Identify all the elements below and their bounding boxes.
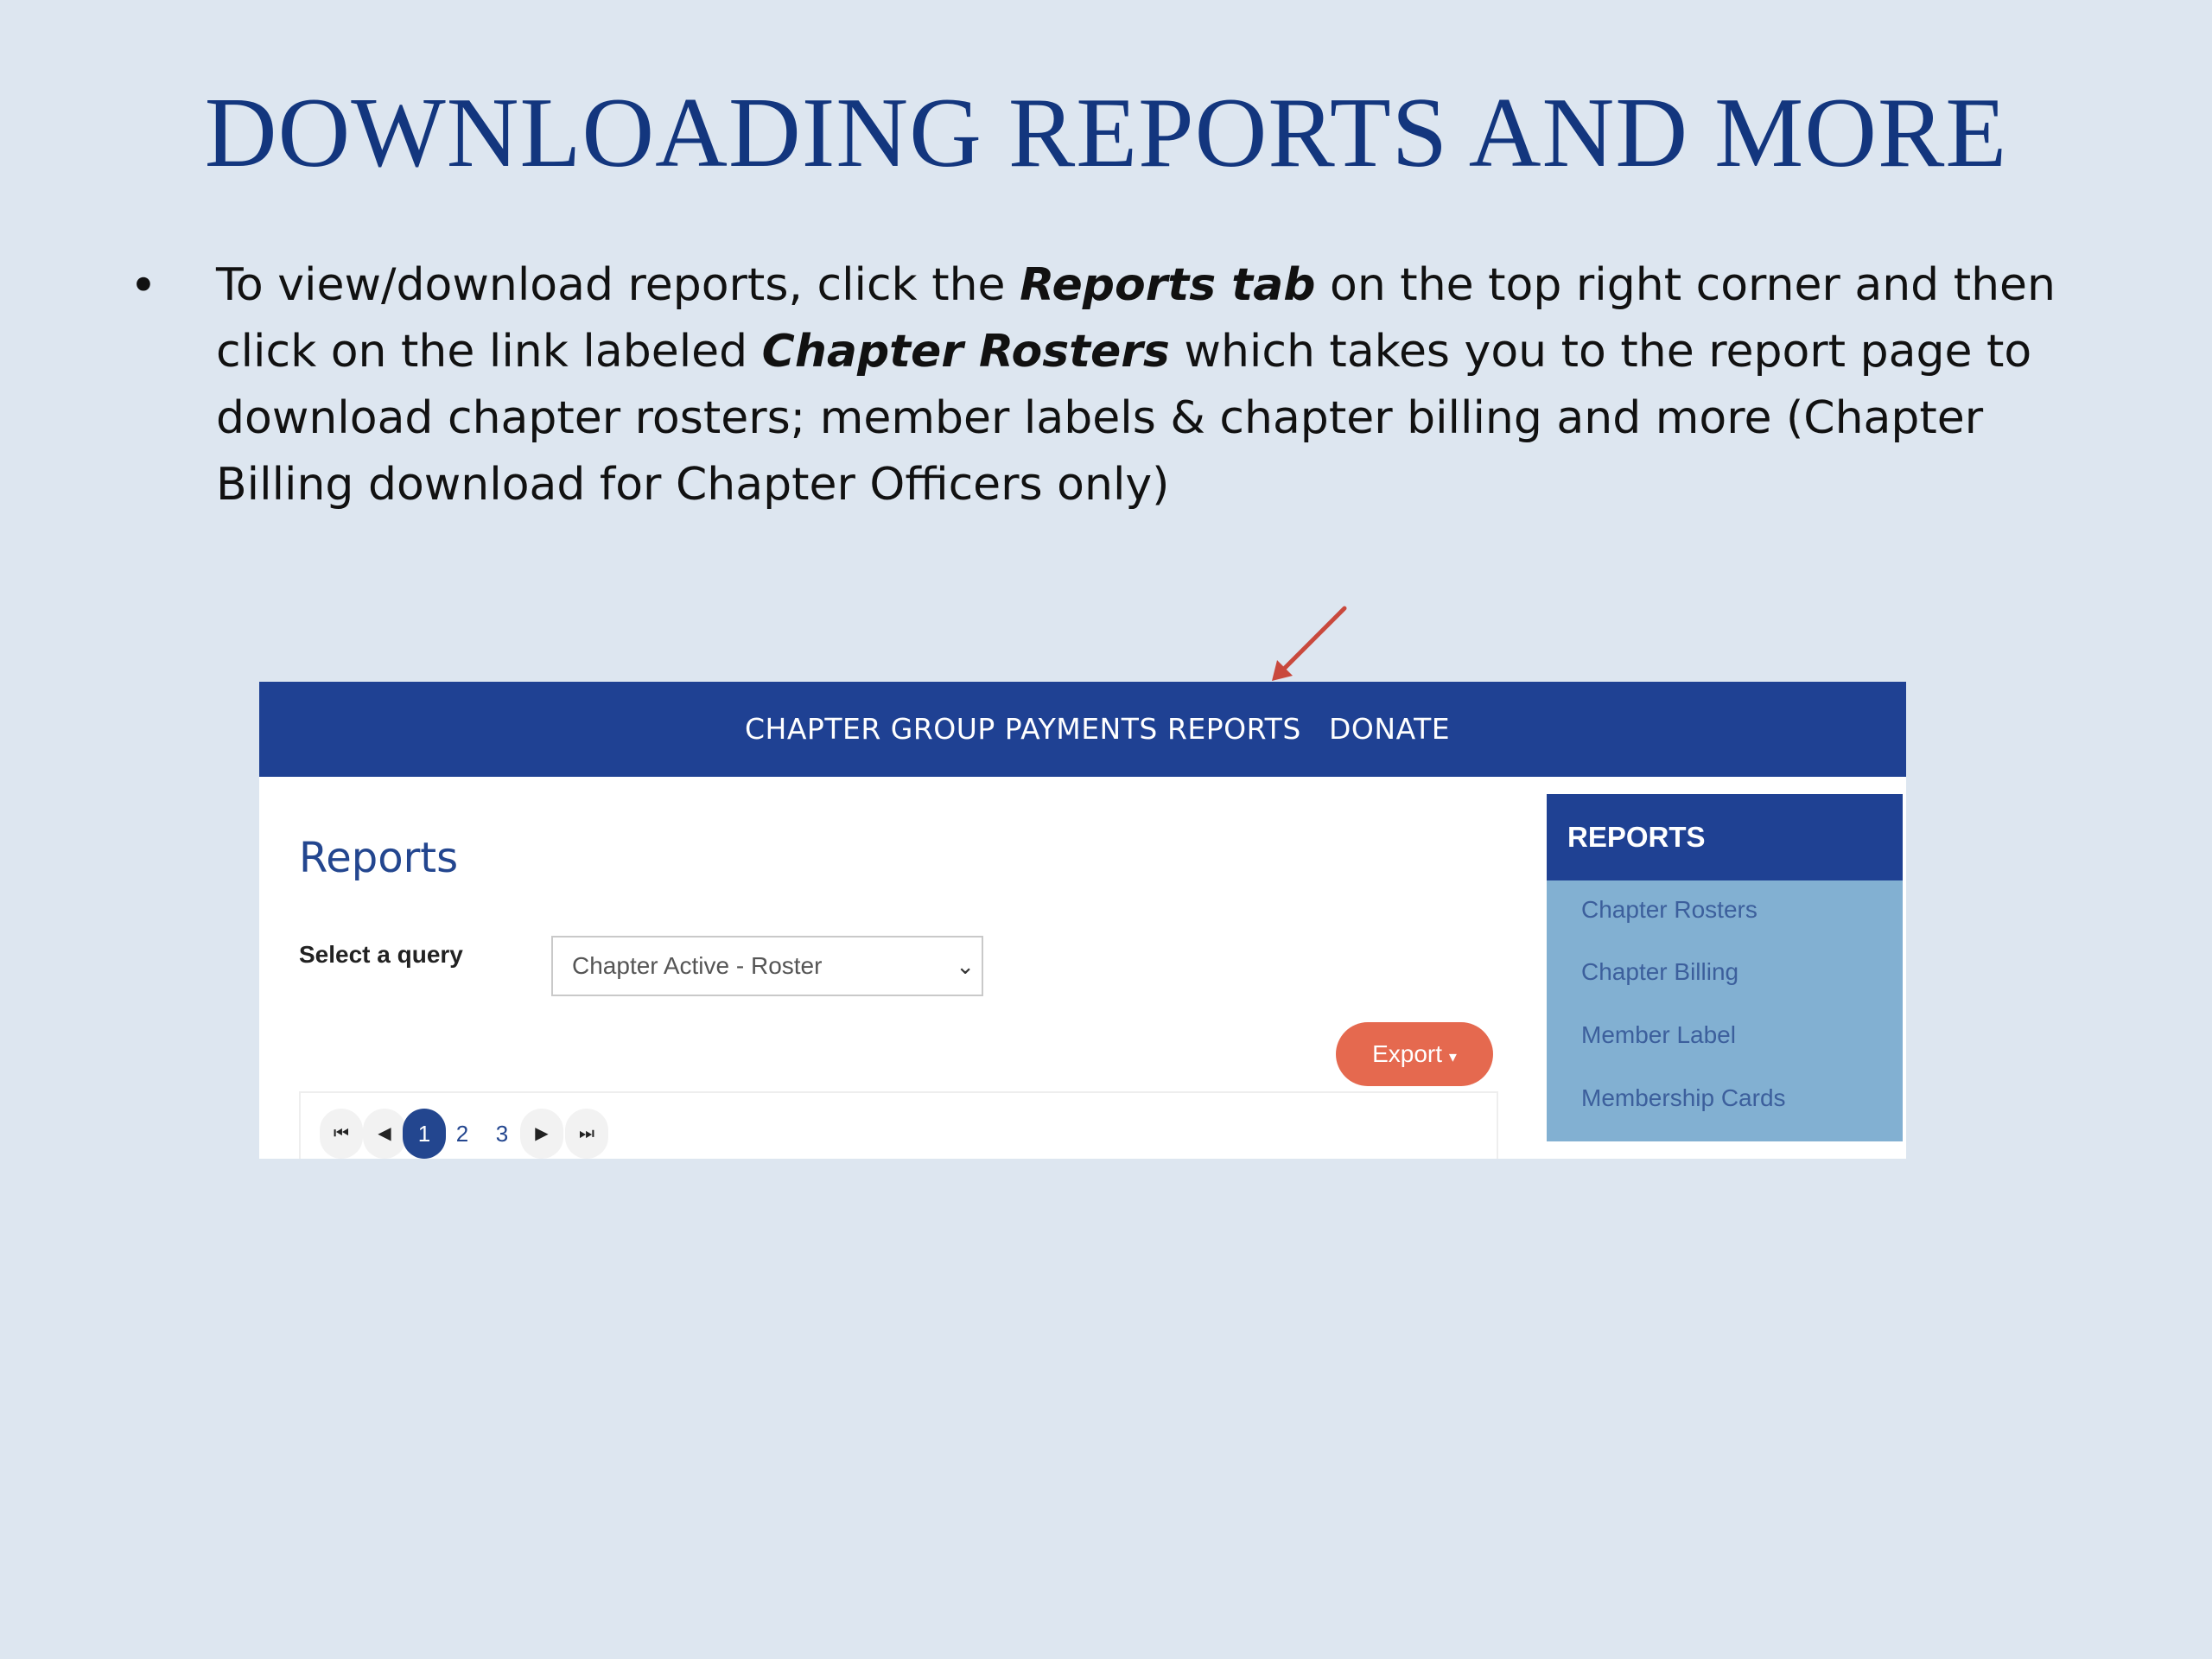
export-button-label: Export	[1372, 1040, 1443, 1067]
nav-chapter-group-payments[interactable]: CHAPTER GROUP PAYMENTS	[745, 682, 1158, 777]
page-2[interactable]: 2	[441, 1109, 484, 1159]
last-page-icon[interactable]: ⏭	[565, 1109, 608, 1159]
slide-title: DOWNLOADING REPORTS AND MORE	[204, 78, 2008, 188]
sidebar-item-membership-cards[interactable]: Membership Cards	[1581, 1084, 1786, 1112]
next-page-icon[interactable]: ▶	[520, 1109, 563, 1159]
page-title: Reports	[299, 834, 459, 882]
instruction-text: To view/download reports, click the Repo…	[216, 252, 2082, 518]
instruction-bullet: • To view/download reports, click the Re…	[130, 252, 2082, 518]
prev-page-icon[interactable]: ◀	[363, 1109, 406, 1159]
chevron-down-icon: ⌄	[956, 953, 975, 979]
reports-sidebar: REPORTS Chapter Rosters Chapter Billing …	[1547, 794, 1903, 1141]
sidebar-item-chapter-billing[interactable]: Chapter Billing	[1581, 958, 1738, 986]
page-1[interactable]: 1	[403, 1109, 446, 1159]
nav-reports[interactable]: REPORTS	[1167, 682, 1301, 777]
reports-tab-emphasis: Reports tab	[1020, 259, 1316, 311]
sidebar-item-chapter-rosters[interactable]: Chapter Rosters	[1581, 896, 1758, 924]
query-select[interactable]: Chapter Active - Roster ⌄	[551, 936, 983, 996]
page-3[interactable]: 3	[480, 1109, 524, 1159]
sidebar-title: REPORTS	[1547, 794, 1903, 880]
nav-donate[interactable]: DONATE	[1329, 682, 1450, 777]
caret-down-icon: ▾	[1448, 1048, 1457, 1065]
red-arrow-pointer-icon	[1272, 606, 1347, 681]
query-select-value: Chapter Active - Roster	[572, 952, 823, 979]
export-button[interactable]: Export ▾	[1336, 1022, 1493, 1086]
top-navigation: CHAPTER GROUP PAYMENTS REPORTS DONATE	[259, 682, 1906, 777]
sidebar-item-member-label[interactable]: Member Label	[1581, 1021, 1736, 1049]
reports-page-screenshot: CHAPTER GROUP PAYMENTS REPORTS DONATE Re…	[259, 682, 1906, 1159]
first-page-icon[interactable]: ⏮	[320, 1109, 363, 1159]
chapter-rosters-emphasis: Chapter Rosters	[761, 326, 1170, 378]
query-label: Select a query	[299, 941, 463, 968]
bullet-symbol: •	[130, 258, 157, 313]
instruction-part-1: To view/download reports, click the	[216, 259, 1020, 311]
